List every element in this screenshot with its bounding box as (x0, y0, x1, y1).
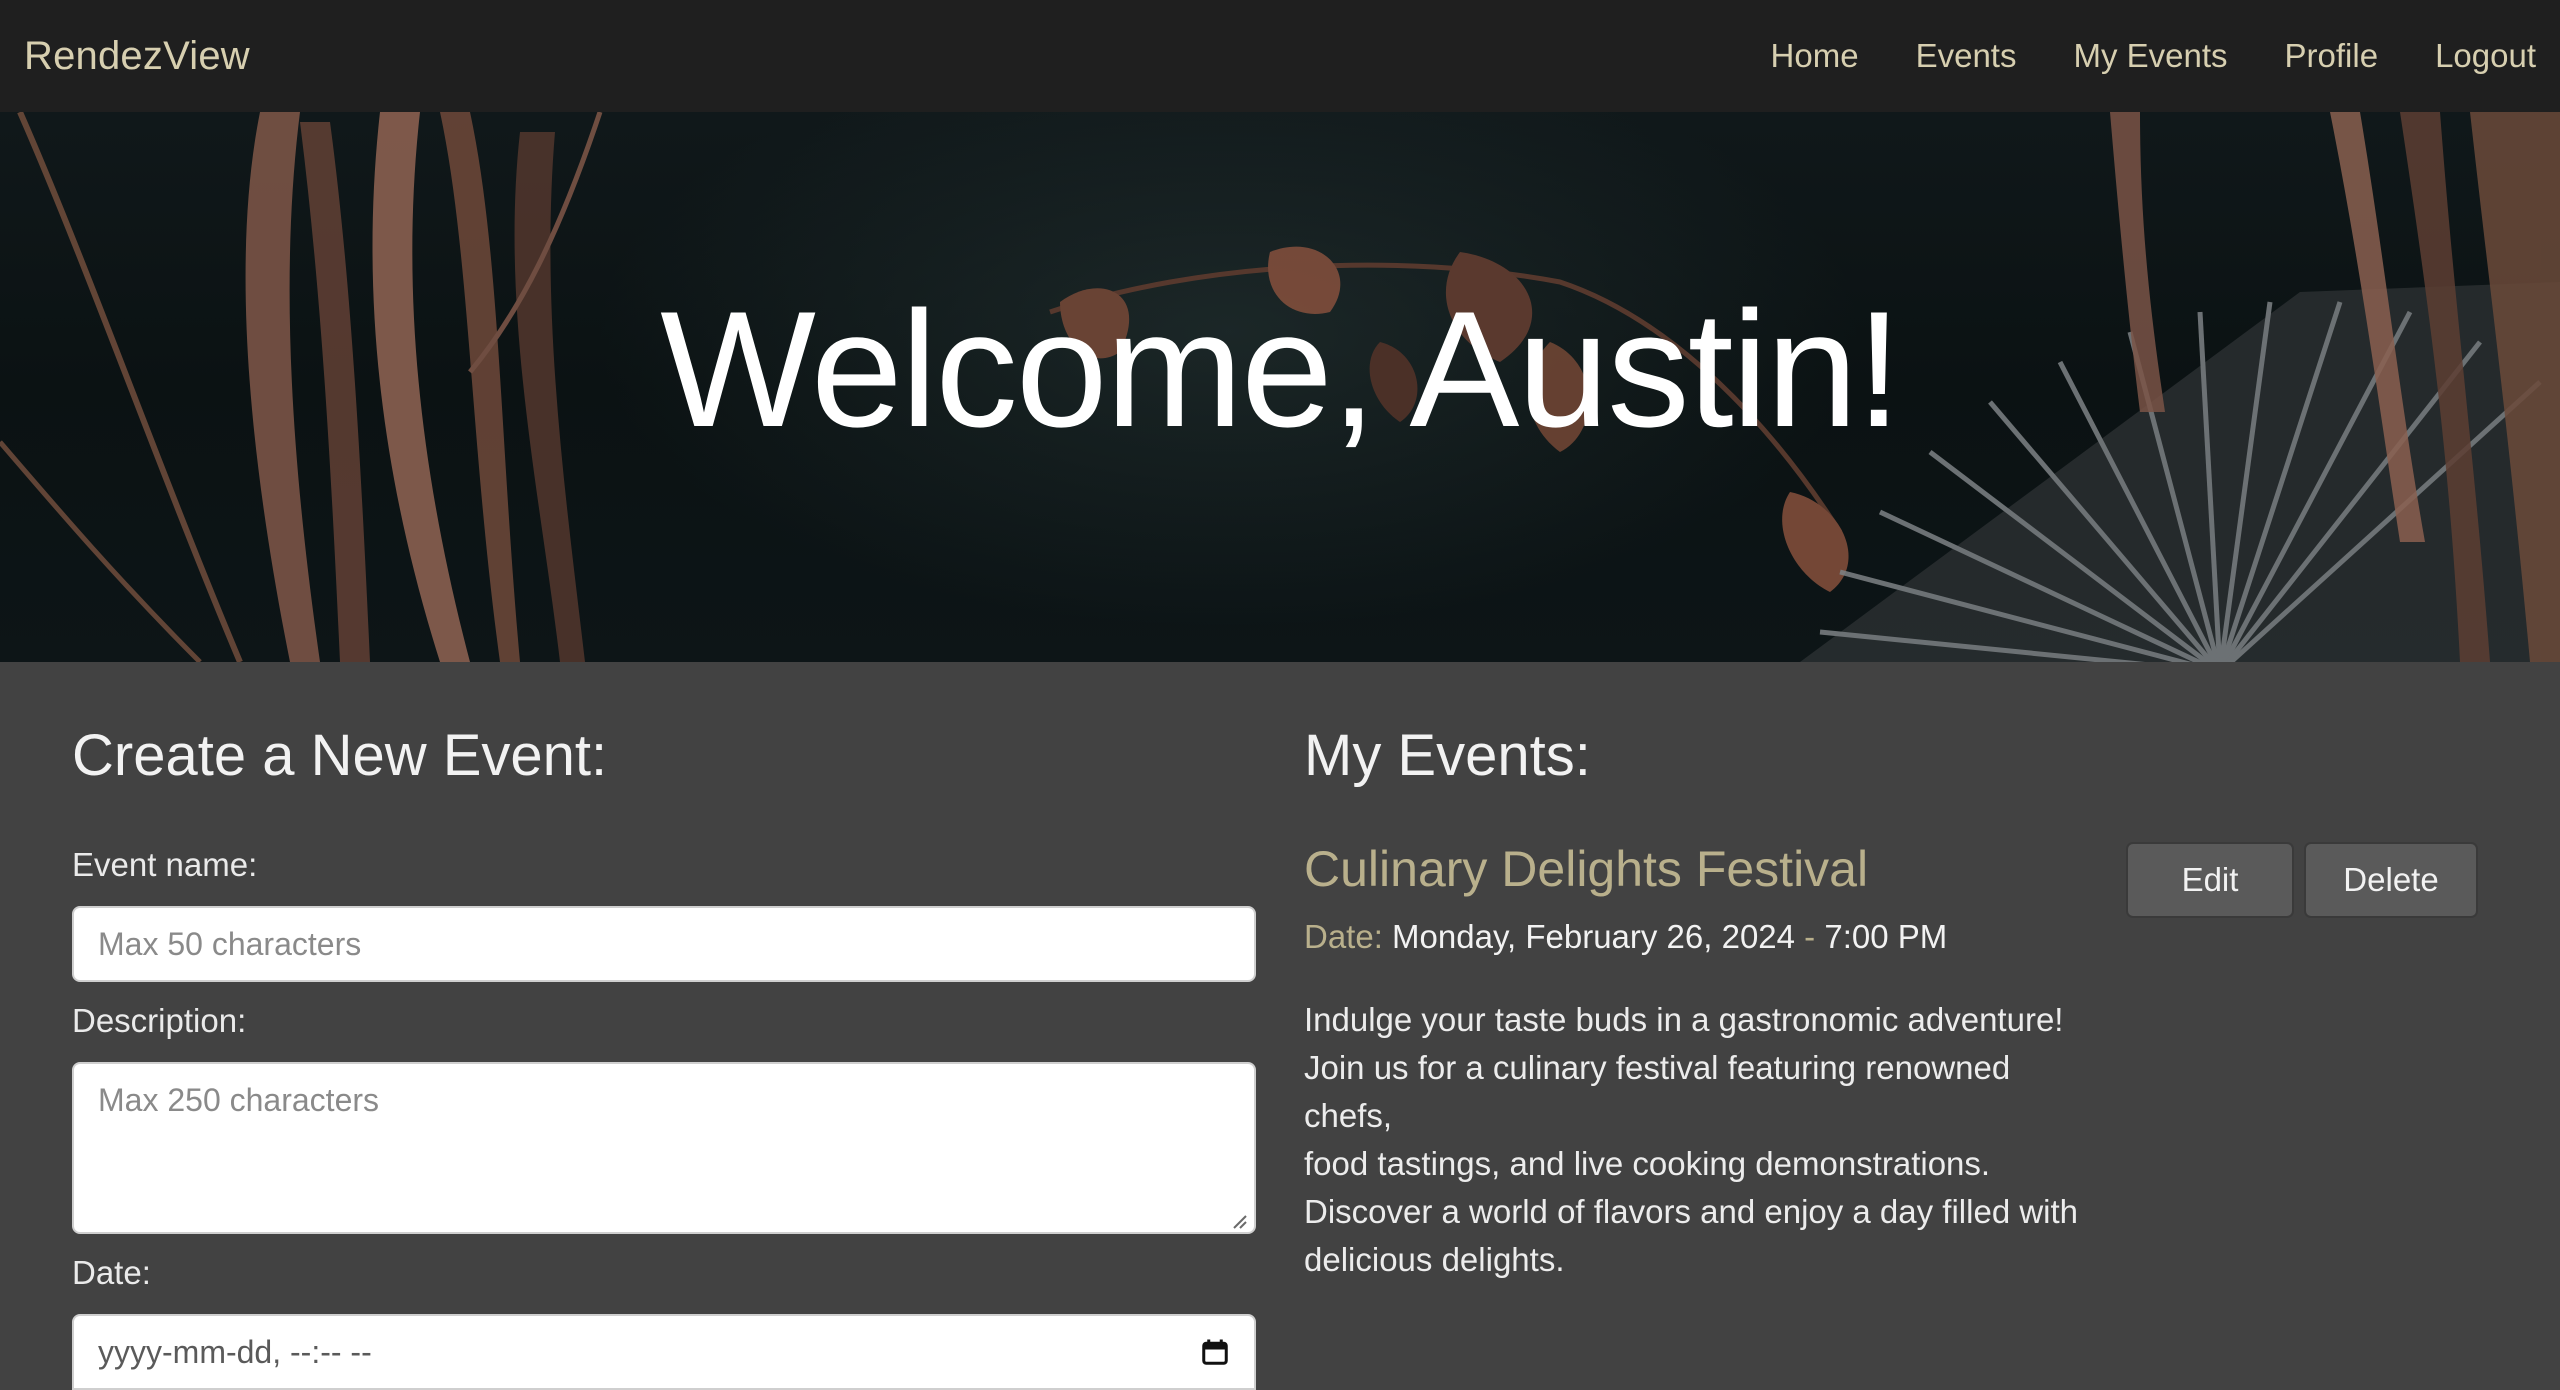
date-label: Date: (72, 1254, 151, 1291)
date-input-placeholder: yyyy-mm-dd, --:-- -- (98, 1333, 372, 1370)
event-time-value: 7:00 PM (1824, 918, 1948, 955)
hero-banner: Welcome, Austin! (0, 112, 2560, 662)
nav-links: Home Events My Events Profile Logout (1714, 37, 2536, 75)
nav-item-home[interactable]: Home (1771, 37, 1859, 75)
create-event-heading: Create a New Event: (72, 723, 608, 788)
nav-item-logout[interactable]: Logout (2435, 37, 2536, 75)
my-events-heading: My Events: (1304, 723, 1591, 788)
event-description-line: food tastings, and live cooking demonstr… (1304, 1145, 1991, 1182)
event-date-label: Date: (1304, 918, 1383, 955)
main-content: Create a New Event: Event name: Descript… (0, 662, 2560, 1390)
event-description-line: delicious delights. (1304, 1241, 1565, 1278)
event-date-separator: - (1795, 918, 1825, 955)
event-name-input[interactable] (72, 906, 1256, 982)
resize-handle-icon[interactable] (1232, 1214, 1248, 1230)
event-date-value: Monday, February 26, 2024 (1392, 918, 1796, 955)
event-title[interactable]: Culinary Delights Festival (1304, 840, 1868, 898)
description-textarea[interactable] (72, 1062, 1256, 1234)
nav-item-events[interactable]: Events (1916, 37, 2017, 75)
date-input[interactable]: yyyy-mm-dd, --:-- -- (72, 1314, 1256, 1390)
calendar-icon[interactable] (1200, 1337, 1230, 1367)
top-navbar: RendezView Home Events My Events Profile… (0, 0, 2560, 112)
event-description-line: Discover a world of flavors and enjoy a … (1304, 1193, 2079, 1230)
nav-item-my-events[interactable]: My Events (2073, 37, 2227, 75)
nav-item-profile[interactable]: Profile (2285, 37, 2379, 75)
hero-welcome-title: Welcome, Austin! (660, 277, 1902, 461)
edit-event-button[interactable]: Edit (2126, 842, 2294, 918)
delete-event-button[interactable]: Delete (2304, 842, 2478, 918)
description-label: Description: (72, 1002, 247, 1039)
event-name-label: Event name: (72, 846, 258, 883)
event-description: Indulge your taste buds in a gastronomic… (1304, 996, 2084, 1284)
event-description-line: Indulge your taste buds in a gastronomic… (1304, 1001, 2064, 1038)
event-date: Date: Monday, February 26, 2024 - 7:00 P… (1304, 918, 1947, 956)
brand-logo[interactable]: RendezView (24, 34, 250, 79)
event-description-line: Join us for a culinary festival featurin… (1304, 1049, 2011, 1134)
